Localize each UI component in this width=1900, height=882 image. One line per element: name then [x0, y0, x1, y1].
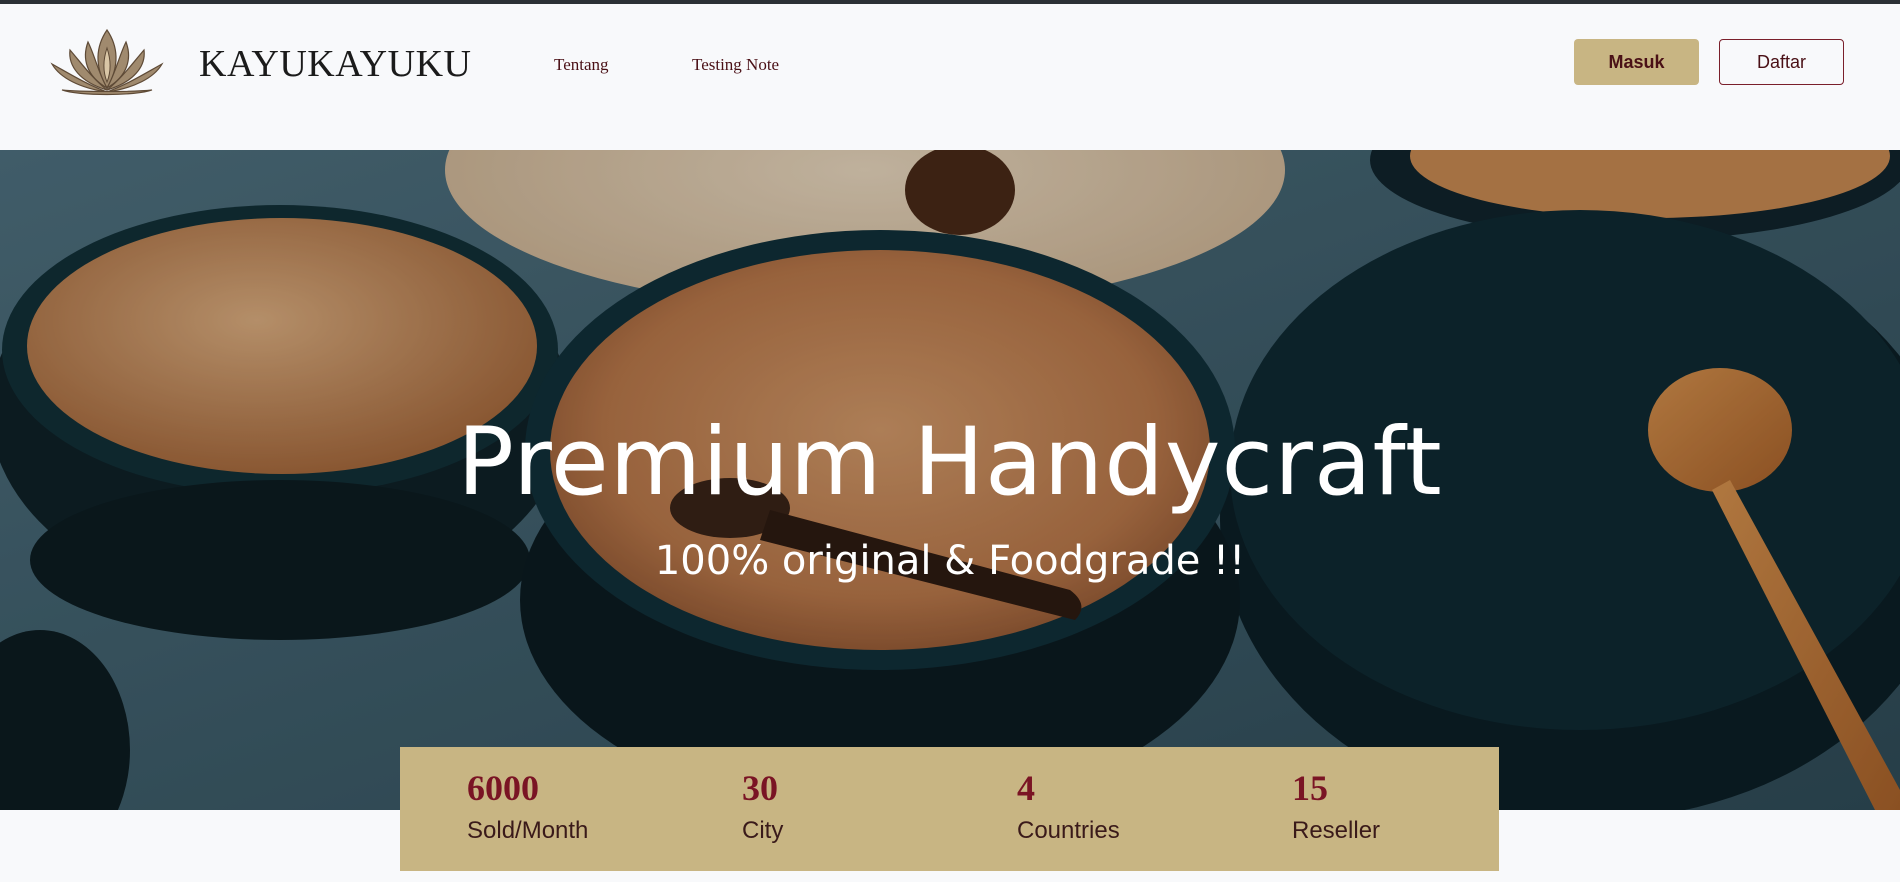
hero-title: Premium Handycraft: [457, 408, 1443, 517]
register-button[interactable]: Daftar: [1719, 39, 1844, 85]
stat-value: 4: [1017, 768, 1035, 808]
nav-link-tentang[interactable]: Tentang: [554, 55, 609, 75]
brand-name[interactable]: KAYUKAYUKU: [199, 42, 471, 86]
stat-label: Reseller: [1292, 817, 1381, 844]
stat-label: City: [742, 817, 784, 844]
nav-link-testing-note[interactable]: Testing Note: [692, 55, 779, 75]
hero-banner: Premium Handycraft 100% original & Foodg…: [0, 150, 1900, 810]
navbar: KAYUKAYUKU Tentang Testing Note Masuk Da…: [0, 4, 1900, 150]
login-button[interactable]: Masuk: [1574, 39, 1699, 85]
stat-value: 6000: [467, 768, 539, 808]
stat-value: 30: [742, 768, 778, 808]
stat-countries: 4 Countries: [1017, 767, 1120, 845]
stat-reseller: 15 Reseller: [1292, 767, 1380, 845]
stat-label: Sold/Month: [467, 817, 589, 844]
lotus-icon[interactable]: [48, 26, 166, 98]
hero-subtitle: 100% original & Foodgrade !!: [654, 538, 1246, 584]
stat-city: 30 City: [742, 767, 783, 845]
stat-value: 15: [1292, 768, 1328, 808]
stat-label: Countries: [1017, 817, 1120, 844]
stats-bar: 6000 Sold/Month 30 City 4 Countries 15 R…: [400, 747, 1499, 871]
stat-sold-per-month: 6000 Sold/Month: [467, 767, 588, 845]
